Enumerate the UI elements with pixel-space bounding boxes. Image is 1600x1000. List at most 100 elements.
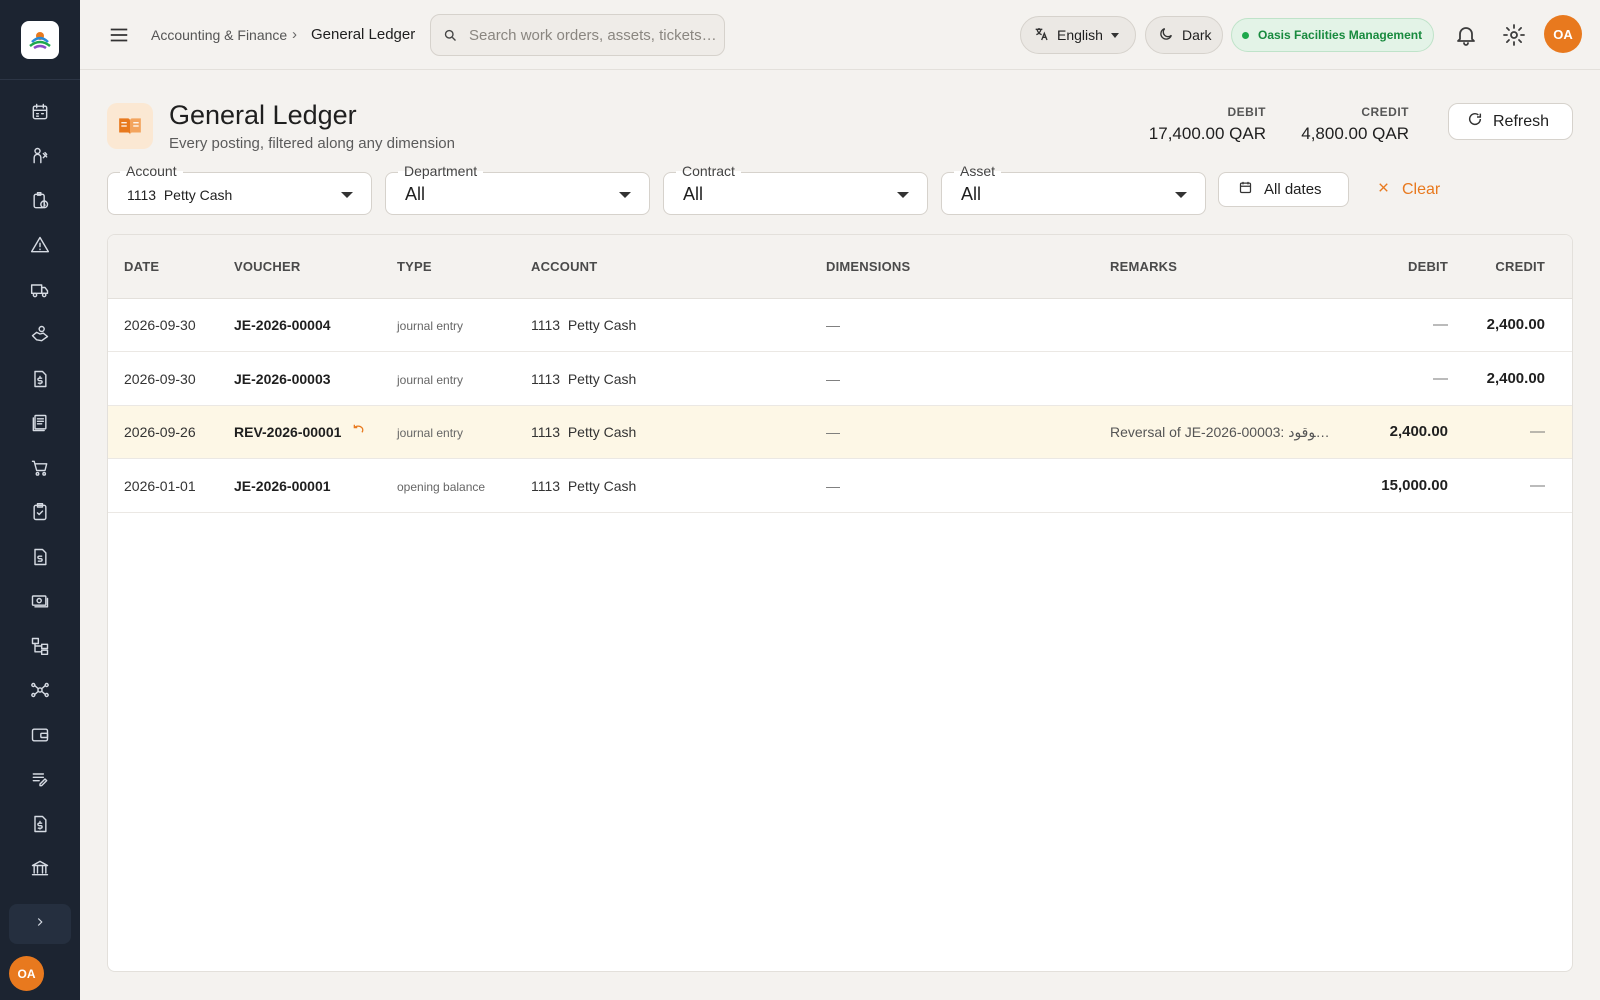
clear-filters-button[interactable]: Clear [1376, 180, 1440, 200]
sidebar-item-cash[interactable] [0, 582, 80, 627]
cell-dimensions: — [826, 424, 840, 440]
invoice-icon [30, 547, 50, 572]
hierarchy-icon [30, 636, 50, 661]
organization-name: Oasis Facilities Management [1258, 28, 1423, 42]
cell-type: journal entry [397, 372, 464, 387]
cell-voucher[interactable]: JE-2026-00004 [234, 317, 331, 333]
sidebar-item-payments[interactable] [0, 315, 80, 360]
cell-credit: — [1530, 476, 1545, 494]
sidebar-item-fleet[interactable] [0, 270, 80, 315]
ledger-book-icon [30, 413, 50, 438]
sidebar-item-receipts[interactable] [0, 804, 80, 849]
sidebar-item-approvals[interactable] [0, 493, 80, 538]
calendar-icon [30, 102, 50, 127]
search-input[interactable] [469, 24, 719, 46]
sidebar-item-banking[interactable] [0, 849, 80, 894]
sidebar-item-wallet[interactable] [0, 715, 80, 760]
bank-icon [30, 858, 50, 883]
technician-icon [30, 146, 50, 171]
caret-down-icon [897, 192, 909, 198]
credit-total-label: CREDIT [1361, 105, 1409, 119]
undo-icon [352, 423, 366, 442]
cell-dimensions: — [826, 370, 840, 387]
date-range-button[interactable]: All dates [1218, 172, 1349, 207]
column-date[interactable]: DATE [124, 259, 159, 274]
language-label: English [1057, 27, 1103, 43]
refresh-button[interactable]: Refresh [1448, 103, 1573, 140]
breadcrumb-parent[interactable]: Accounting & Finance [151, 27, 287, 43]
sidebar-item-ledger[interactable] [0, 404, 80, 449]
column-type[interactable]: TYPE [397, 259, 432, 274]
table-row[interactable]: 2026-09-26 REV-2026-00001 journal entry 111… [108, 406, 1572, 459]
cell-voucher[interactable]: JE-2026-00001 [234, 478, 331, 494]
clipboard-clock-icon [30, 191, 50, 216]
sidebar-item-journal[interactable] [0, 760, 80, 805]
app-logo[interactable] [21, 20, 59, 59]
page-subtitle: Every posting, filtered along any dimens… [169, 135, 455, 152]
hand-money-icon [30, 324, 50, 349]
organization-badge[interactable]: Oasis Facilities Management [1231, 18, 1434, 52]
sidebar-item-cost-centers[interactable] [0, 626, 80, 671]
menu-button[interactable] [108, 24, 130, 46]
page-title: General Ledger [169, 100, 357, 130]
date-range-label: All dates [1264, 181, 1322, 198]
ledger-book-icon [107, 103, 153, 149]
account-filter[interactable]: Account 1113 Petty Cash [107, 163, 372, 215]
language-selector[interactable]: English [1020, 16, 1136, 54]
breadcrumb-separator: › [292, 26, 297, 43]
credit-total: CREDIT 4,800.00 QAR [1301, 105, 1409, 144]
contract-filter-value: All [683, 184, 704, 204]
sidebar-item-incidents[interactable] [0, 226, 80, 271]
column-voucher[interactable]: VOUCHER [234, 259, 300, 274]
sidebar-item-integrations[interactable] [0, 671, 80, 716]
wallet-icon [30, 725, 50, 750]
table-row[interactable]: 2026-01-01 JE-2026-00001 opening balance 11… [108, 460, 1572, 513]
translate-icon [1033, 26, 1049, 45]
debit-total: DEBIT 17,400.00 QAR [1149, 105, 1266, 144]
asset-filter[interactable]: Asset All [941, 163, 1206, 215]
asset-filter-label: Asset [954, 163, 1002, 179]
sidebar-nav [0, 80, 80, 893]
cell-debit: 2,400.00 [1389, 423, 1448, 440]
sidebar-item-procurement[interactable] [0, 448, 80, 493]
debit-total-label: DEBIT [1227, 105, 1266, 119]
cell-voucher[interactable]: REV-2026-00001 [234, 424, 341, 440]
cell-voucher[interactable]: JE-2026-00003 [234, 371, 331, 387]
sidebar-expand-button[interactable] [9, 904, 71, 944]
refresh-label: Refresh [1493, 112, 1550, 130]
column-account[interactable]: ACCOUNT [531, 259, 597, 274]
credit-total-value: 4,800.00 QAR [1301, 124, 1409, 143]
department-filter[interactable]: Department All [385, 163, 650, 215]
sidebar-item-calendar[interactable] [0, 92, 80, 137]
notifications-button[interactable] [1454, 23, 1478, 47]
user-avatar[interactable]: OA [1544, 15, 1582, 53]
table-row[interactable]: 2026-09-30 JE-2026-00003 journal entry 1113… [108, 353, 1572, 406]
sidebar-item-billing[interactable] [0, 359, 80, 404]
column-debit[interactable]: DEBIT [1408, 259, 1448, 274]
cell-account: 1113 Petty Cash [531, 317, 637, 333]
cell-debit: 15,000.00 [1381, 476, 1448, 494]
contract-filter-label: Contract [676, 163, 741, 179]
cart-icon [30, 458, 50, 483]
table-row[interactable]: 2026-09-30 JE-2026-00004 journal entry 1113… [108, 299, 1572, 352]
sidebar-avatar[interactable]: OA [9, 956, 44, 991]
notes-edit-icon [30, 769, 50, 794]
hamburger-icon [108, 28, 130, 50]
settings-button[interactable] [1502, 23, 1526, 47]
bell-icon [1454, 27, 1478, 51]
contract-filter[interactable]: Contract All [663, 163, 928, 215]
cell-remarks: Reversal of JE-2026-00003: الوقود… [1110, 424, 1330, 440]
sidebar-item-work-orders[interactable] [0, 181, 80, 226]
caret-down-icon [1110, 32, 1119, 38]
column-dimensions[interactable]: DIMENSIONS [826, 259, 910, 274]
column-credit[interactable]: CREDIT [1495, 259, 1545, 274]
department-filter-value: All [405, 184, 426, 204]
column-remarks[interactable]: REMARKS [1110, 259, 1177, 274]
theme-toggle[interactable]: Dark [1145, 16, 1223, 54]
status-dot [1242, 31, 1249, 39]
theme-label: Dark [1182, 27, 1212, 43]
sidebar-item-invoices[interactable] [0, 537, 80, 582]
sidebar-item-technicians[interactable] [0, 137, 80, 182]
calendar-icon [1238, 180, 1264, 199]
cell-dimensions: — [826, 477, 840, 494]
